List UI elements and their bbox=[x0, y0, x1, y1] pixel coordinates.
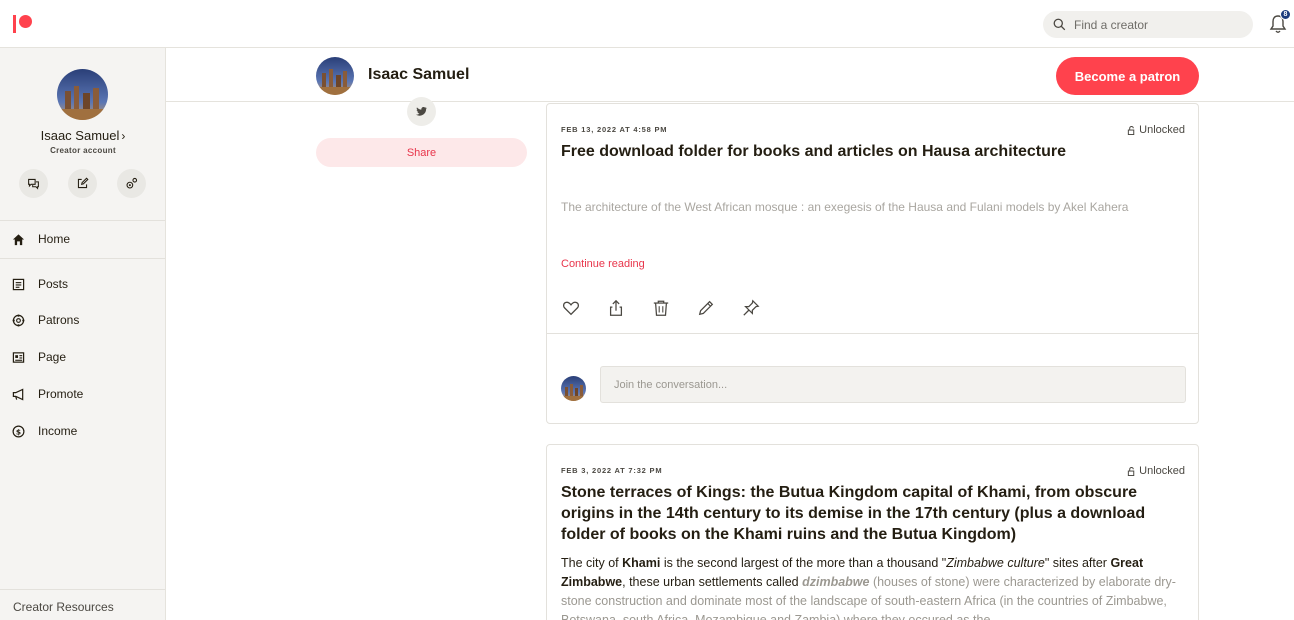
search-input[interactable] bbox=[1074, 17, 1244, 32]
card-divider bbox=[547, 333, 1198, 334]
post-title[interactable]: Free download folder for books and artic… bbox=[561, 141, 1186, 162]
patreon-logo-icon[interactable] bbox=[13, 15, 33, 35]
settings-button[interactable] bbox=[117, 169, 146, 198]
creator-header: Isaac Samuel Become a patron bbox=[166, 49, 1294, 102]
twitter-button[interactable] bbox=[407, 97, 436, 126]
post-actions bbox=[561, 298, 760, 317]
patrons-icon bbox=[12, 314, 25, 326]
create-post-button[interactable] bbox=[68, 169, 97, 198]
edit-icon bbox=[698, 300, 713, 315]
post-body: The city of Khami is the second largest … bbox=[561, 556, 1176, 620]
sidebar-item-home[interactable]: Home bbox=[12, 229, 70, 249]
share-icon bbox=[609, 299, 622, 316]
like-button[interactable] bbox=[561, 298, 580, 317]
sidebar-divider bbox=[0, 220, 165, 221]
sidebar-item-label: Page bbox=[38, 350, 67, 364]
chat-icon bbox=[28, 178, 39, 190]
post-lock-status: Unlocked bbox=[1127, 465, 1185, 477]
messages-button[interactable] bbox=[19, 169, 48, 198]
trash-icon bbox=[653, 300, 668, 316]
pin-post-button[interactable] bbox=[741, 298, 760, 317]
commenter-avatar bbox=[561, 376, 586, 401]
unlock-icon bbox=[1127, 125, 1135, 135]
post-lock-status: Unlocked bbox=[1127, 124, 1185, 136]
sidebar-item-page[interactable]: Page bbox=[12, 347, 66, 367]
continue-reading-link[interactable]: Continue reading bbox=[561, 258, 645, 270]
megaphone-icon bbox=[12, 387, 24, 401]
sidebar: Isaac Samuel › Creator account Home Posts… bbox=[0, 48, 166, 620]
post-excerpt: The architecture of the West African mos… bbox=[561, 200, 1129, 214]
sidebar-divider bbox=[0, 258, 165, 259]
search-box[interactable] bbox=[1043, 11, 1253, 38]
sidebar-item-income[interactable]: $ Income bbox=[12, 421, 77, 441]
svg-text:$: $ bbox=[16, 427, 21, 436]
sidebar-user-role: Creator account bbox=[50, 146, 116, 155]
sidebar-divider bbox=[0, 589, 165, 590]
edit-square-icon bbox=[77, 177, 89, 189]
comment-input[interactable] bbox=[600, 366, 1186, 403]
sidebar-item-patrons[interactable]: Patrons bbox=[12, 310, 79, 330]
post-date: FEB 13, 2022 AT 4:58 PM bbox=[561, 125, 668, 134]
post-card: FEB 3, 2022 AT 7:32 PM Unlocked Stone te… bbox=[546, 444, 1199, 620]
creator-avatar[interactable] bbox=[316, 57, 354, 95]
become-patron-button[interactable]: Become a patron bbox=[1056, 57, 1199, 95]
sidebar-item-label: Promote bbox=[38, 387, 84, 401]
page-icon bbox=[12, 351, 25, 363]
sidebar-item-promote[interactable]: Promote bbox=[12, 384, 83, 404]
pin-icon bbox=[742, 299, 759, 316]
sidebar-item-posts[interactable]: Posts bbox=[12, 274, 68, 294]
dollar-icon: $ bbox=[12, 425, 25, 437]
sidebar-item-label: Home bbox=[38, 232, 71, 246]
share-button[interactable]: Share bbox=[316, 138, 527, 167]
heart-icon bbox=[562, 301, 579, 315]
chevron-right-icon: › bbox=[121, 129, 126, 143]
unlock-icon bbox=[1127, 466, 1135, 476]
sidebar-quick-actions bbox=[19, 169, 146, 198]
creator-name[interactable]: Isaac Samuel bbox=[368, 66, 469, 84]
post-title[interactable]: Stone terraces of Kings: the Butua Kingd… bbox=[561, 482, 1186, 545]
search-icon bbox=[1053, 18, 1066, 31]
home-icon bbox=[12, 233, 25, 245]
sidebar-item-label: Income bbox=[38, 424, 78, 438]
delete-post-button[interactable] bbox=[651, 298, 670, 317]
sidebar-item-label: Patrons bbox=[38, 313, 80, 327]
posts-icon bbox=[12, 278, 25, 290]
twitter-icon bbox=[416, 106, 427, 116]
share-post-button[interactable] bbox=[606, 298, 625, 317]
avatar[interactable] bbox=[57, 69, 108, 120]
edit-post-button[interactable] bbox=[696, 298, 715, 317]
notification-badge: 8 bbox=[1280, 9, 1291, 20]
sidebar-item-label: Posts bbox=[38, 277, 69, 291]
settings-icon bbox=[126, 177, 138, 189]
post-date: FEB 3, 2022 AT 7:32 PM bbox=[561, 466, 663, 475]
post-card: FEB 13, 2022 AT 4:58 PM Unlocked Free do… bbox=[546, 103, 1199, 424]
top-header: 8 bbox=[0, 0, 1294, 48]
sidebar-user-name[interactable]: Isaac Samuel › bbox=[0, 128, 166, 143]
creator-resources-link[interactable]: Creator Resources bbox=[13, 600, 114, 614]
